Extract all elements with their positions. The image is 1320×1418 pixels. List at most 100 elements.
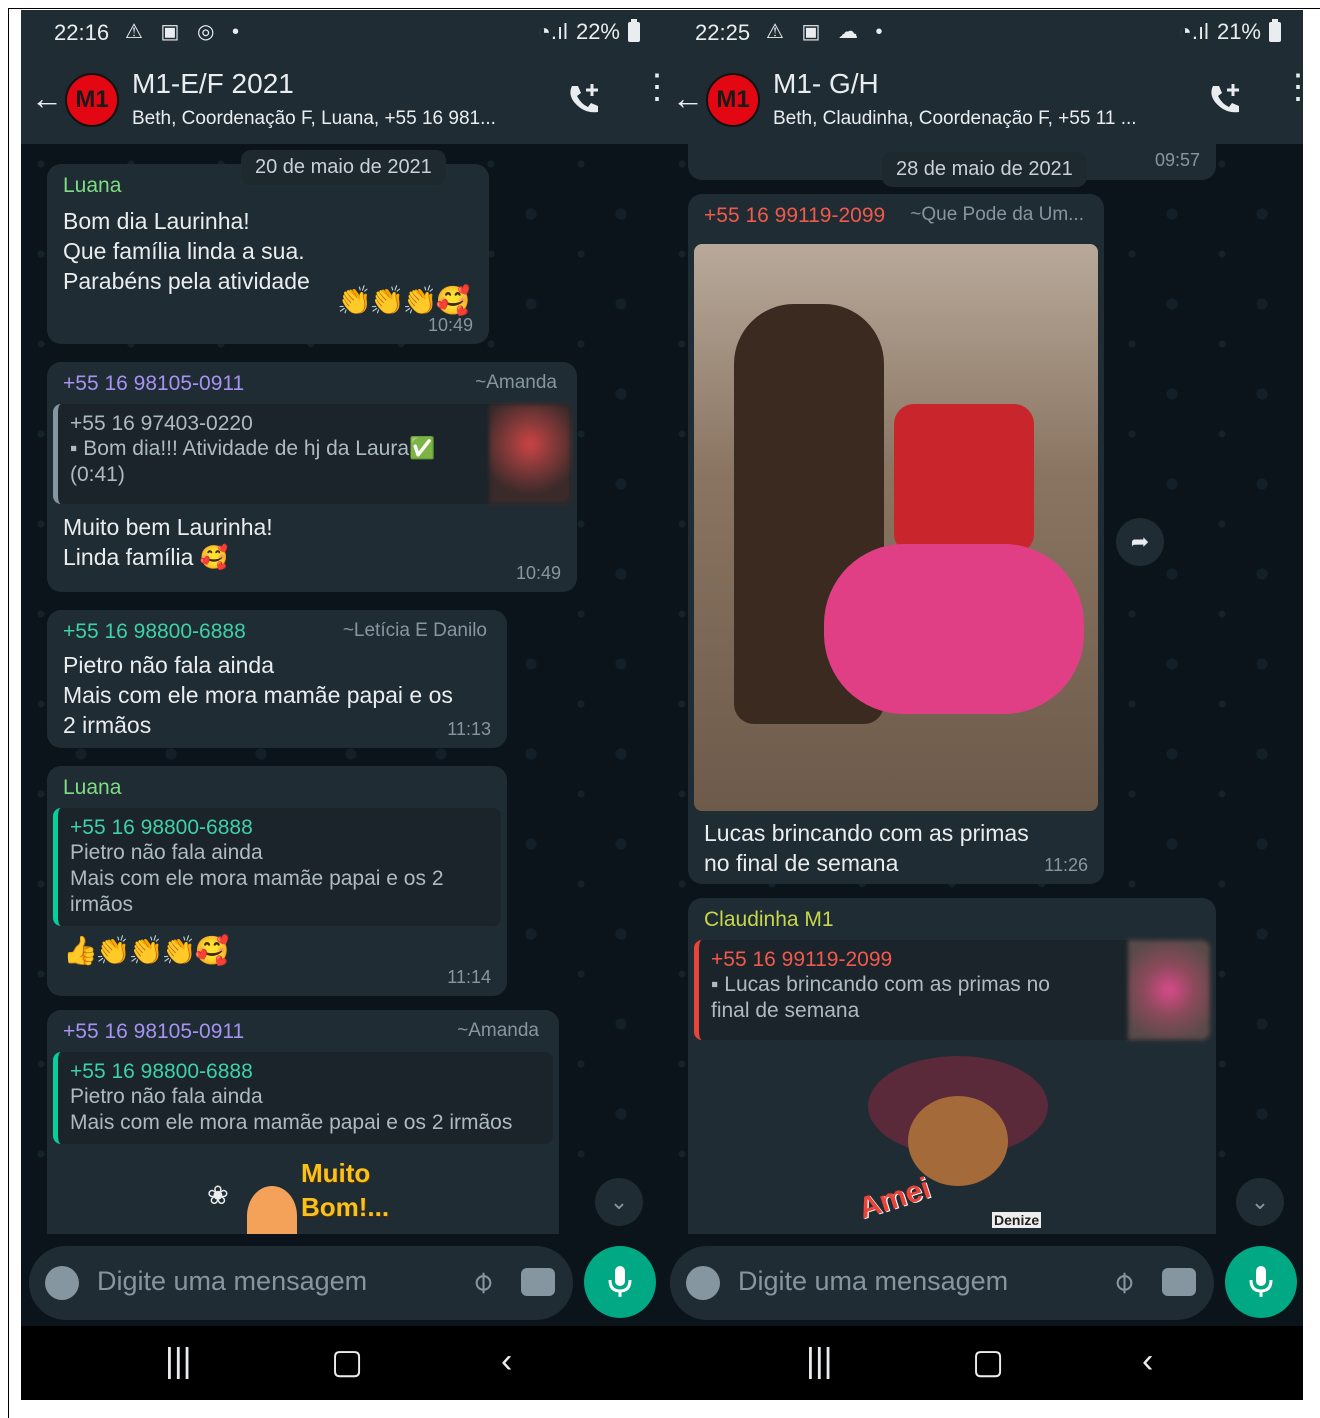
system-nav-bar: ||| ▢ ‹ — [21, 1326, 662, 1400]
back-nav-icon[interactable]: ‹ — [1142, 1342, 1153, 1381]
mic-icon — [1249, 1266, 1273, 1297]
quote-sender: +55 16 98800-6888 — [70, 816, 253, 839]
battery-icon — [628, 19, 640, 42]
quoted-message[interactable]: +55 16 99119-2099 ▪ Lucas brincando com … — [694, 940, 1210, 1040]
add-call-icon[interactable] — [1205, 80, 1245, 120]
message-time: 11:14 — [447, 967, 491, 987]
chat-header: ← M1 M1-E/F 2021 Beth, Coordenação F, Lu… — [21, 56, 662, 144]
left-screen: 22:16 ⚠ ▣ ◎ • ◔.ıl 22% ← M1 M1-E/F 2021 B… — [21, 10, 662, 1400]
emoji-icon[interactable] — [45, 1266, 79, 1300]
battery-icon — [1269, 19, 1281, 42]
add-call-icon[interactable] — [564, 80, 604, 120]
shared-photo[interactable] — [694, 244, 1098, 811]
attach-icon[interactable]: ⌀ — [463, 1263, 501, 1301]
group-participants[interactable]: Beth, Coordenação F, Luana, +55 16 981..… — [132, 108, 496, 130]
quote-text: ▪ Lucas brincando com as primas no final… — [711, 973, 1050, 1022]
photo-caption: Lucas brincando com as primas no final d… — [704, 820, 1029, 876]
sticker[interactable]: Amei Denize — [854, 1056, 1058, 1234]
message-time: 11:26 — [1044, 855, 1088, 875]
bunny-icon — [247, 1186, 297, 1234]
mic-button[interactable] — [584, 1246, 656, 1318]
recents-icon[interactable]: ||| — [806, 1342, 833, 1381]
message-text: Pietro não fala ainda Mais com ele mora … — [63, 652, 453, 738]
status-bar: 22:25 ⚠ ▣ ☁ • ◔.ıl 21% — [662, 10, 1303, 56]
attach-icon[interactable]: ⌀ — [1104, 1263, 1142, 1301]
quote-text: ▪ Bom dia!!! Atividade de hj da Laura✅ (… — [70, 437, 436, 486]
input-placeholder: Digite uma mensagem — [97, 1266, 368, 1296]
input-placeholder: Digite uma mensagem — [738, 1266, 1009, 1296]
image-thumbnail — [1128, 940, 1210, 1040]
emoji-icon[interactable] — [686, 1266, 720, 1300]
status-bar: 22:16 ⚠ ▣ ◎ • ◔.ıl 22% — [21, 10, 662, 56]
camera-icon[interactable] — [521, 1268, 555, 1296]
mic-icon — [608, 1266, 632, 1297]
battery-level: 21% — [1216, 19, 1261, 44]
message-text: Bom dia Laurinha! Que família linda a su… — [63, 208, 310, 294]
scroll-down-icon[interactable]: ⌄ — [1236, 1178, 1284, 1226]
sender-alias: ~Amanda — [475, 372, 557, 393]
photo-shirt-red — [894, 404, 1034, 554]
sender-name: Luana — [63, 776, 122, 799]
notification-icons: ⚠ ▣ ☁ • — [766, 21, 889, 43]
wifi-icon: ◔.ıl — [537, 19, 568, 44]
wifi-icon: ◔.ıl — [1178, 19, 1209, 44]
date-divider: 28 de maio de 2021 — [882, 152, 1087, 187]
message-time: 10:49 — [427, 315, 473, 335]
message-bubble[interactable]: +55 16 98105-0911 ~Amanda +55 16 98800-6… — [47, 1010, 559, 1234]
back-nav-icon[interactable]: ‹ — [501, 1342, 512, 1381]
message-bubble[interactable]: Luana +55 16 98800-6888 Pietro não fala … — [47, 766, 507, 996]
sender-alias: ~Amanda — [457, 1020, 539, 1041]
sticker-text: Amei — [854, 1171, 935, 1226]
battery-level: 22% — [575, 19, 620, 44]
sender-alias: ~Letícia E Danilo — [342, 620, 487, 641]
sticker[interactable]: ❀ Muito Bom!... — [207, 1156, 407, 1234]
camera-icon[interactable] — [1162, 1268, 1196, 1296]
message-text: Muito bem Laurinha! Linda família 🥰 — [63, 514, 273, 570]
group-title[interactable]: M1- G/H — [773, 68, 879, 100]
back-arrow-icon[interactable]: ← — [31, 80, 63, 117]
chat-area[interactable]: 09:57 28 de maio de 2021 +55 16 99119-20… — [662, 144, 1303, 1234]
back-arrow-icon[interactable]: ← — [672, 80, 704, 117]
message-bubble[interactable]: +55 16 98105-0911 ~Amanda +55 16 97403-0… — [47, 362, 577, 592]
group-participants[interactable]: Beth, Claudinha, Coordenação F, +55 11 .… — [773, 108, 1137, 130]
recents-icon[interactable]: ||| — [165, 1342, 192, 1381]
message-emoji: 👍👏👏👏🥰 — [63, 935, 229, 966]
home-icon[interactable]: ▢ — [972, 1342, 1004, 1382]
more-options-icon[interactable]: ⋮ — [640, 70, 662, 122]
sticker-signature: Denize — [992, 1212, 1042, 1228]
quote-sender: +55 16 99119-2099 — [711, 948, 893, 971]
group-title[interactable]: M1-E/F 2021 — [132, 68, 294, 100]
clock: 22:16 — [54, 20, 110, 45]
message-input[interactable]: Digite uma mensagem ⌀ — [29, 1246, 573, 1320]
group-avatar[interactable]: M1 — [65, 73, 119, 127]
mic-button[interactable] — [1225, 1246, 1297, 1318]
more-options-icon[interactable]: ⋮ — [1281, 70, 1303, 122]
quote-text: Pietro não fala ainda Mais com ele mora … — [70, 841, 444, 916]
right-screen: 22:25 ⚠ ▣ ☁ • ◔.ıl 21% ← M1 M1- G/H Beth,… — [662, 10, 1303, 1400]
quoted-message[interactable]: +55 16 98800-6888 Pietro não fala ainda … — [53, 1052, 553, 1144]
group-avatar[interactable]: M1 — [706, 73, 760, 127]
sender-name: Claudinha M1 — [704, 908, 834, 931]
message-time: 10:49 — [515, 563, 561, 583]
image-message-bubble[interactable]: +55 16 99119-2099 ~Que Pode da Um... Luc… — [688, 194, 1104, 884]
quoted-message[interactable]: +55 16 97403-0220 ▪ Bom dia!!! Atividade… — [53, 404, 571, 504]
message-time: 09:57 — [1154, 150, 1200, 170]
message-bubble[interactable]: +55 16 98800-6888 ~Letícia E Danilo Piet… — [47, 610, 507, 748]
clock: 22:25 — [695, 20, 751, 45]
message-bubble[interactable]: Luana Bom dia Laurinha! Que família lind… — [47, 164, 489, 344]
sender-alias: ~Que Pode da Um... — [910, 204, 1084, 225]
message-input[interactable]: Digite uma mensagem ⌀ — [670, 1246, 1214, 1320]
chat-area[interactable]: Luana Bom dia Laurinha! Que família lind… — [21, 144, 662, 1234]
quote-sender: +55 16 97403-0220 — [70, 412, 253, 435]
home-icon[interactable]: ▢ — [331, 1342, 363, 1382]
sticker-text: Muito Bom!... — [301, 1158, 390, 1222]
message-emoji: 👏👏👏🥰 — [337, 285, 470, 316]
chat-header: ← M1 M1- G/H Beth, Claudinha, Coordenaçã… — [662, 56, 1303, 144]
quote-text: Pietro não fala ainda Mais com ele mora … — [70, 1085, 513, 1134]
message-bubble[interactable]: Claudinha M1 +55 16 99119-2099 ▪ Lucas b… — [688, 898, 1216, 1234]
scroll-down-icon[interactable]: ⌄ — [595, 1178, 643, 1226]
forward-icon[interactable]: ➦ — [1116, 518, 1164, 566]
quoted-message[interactable]: +55 16 98800-6888 Pietro não fala ainda … — [53, 808, 501, 926]
photo-toy-horse — [824, 544, 1084, 714]
message-time: 11:13 — [447, 719, 491, 739]
